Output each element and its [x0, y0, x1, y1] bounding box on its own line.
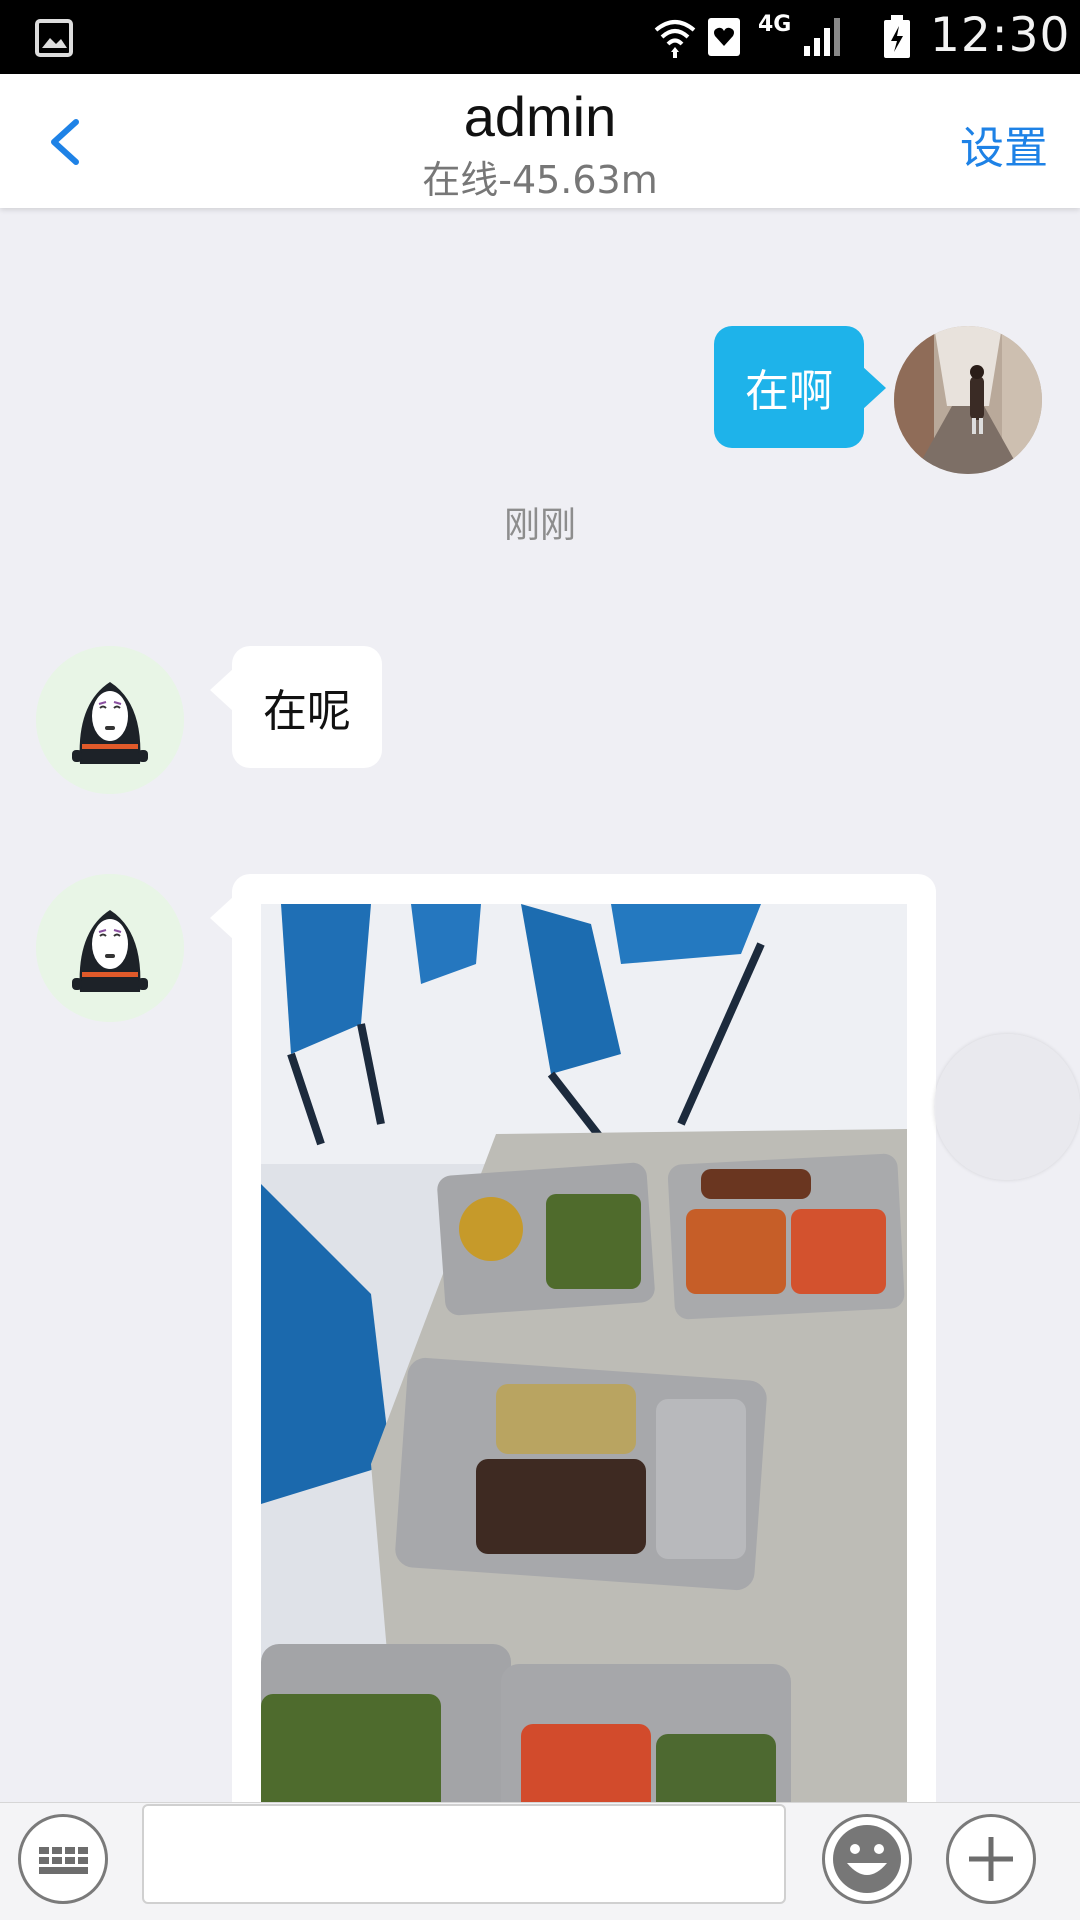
image-message[interactable]: [232, 874, 936, 1920]
gallery-icon: [35, 19, 73, 57]
no-face-avatar[interactable]: [36, 874, 184, 1022]
battery-icon: [884, 15, 910, 58]
bubble-tail: [210, 896, 234, 940]
plus-icon: [969, 1837, 1013, 1881]
floating-assist-button[interactable]: [934, 1034, 1080, 1180]
message-timestamp: 刚刚: [503, 505, 576, 546]
signal-icon: [804, 18, 840, 56]
settings-button[interactable]: 设置: [960, 112, 1048, 176]
message-bubble-outgoing[interactable]: 在啊: [714, 326, 864, 448]
user-photo-avatar[interactable]: [894, 326, 1042, 474]
emoji-icon: [833, 1825, 901, 1893]
food-photo[interactable]: [261, 904, 907, 1920]
network-type: 4G: [758, 12, 792, 37]
plus-button[interactable]: [946, 1814, 1036, 1904]
contact-name: admin: [463, 85, 617, 148]
keyboard-icon: [39, 1847, 88, 1874]
emoji-button[interactable]: [822, 1814, 912, 1904]
message-input[interactable]: [142, 1804, 786, 1904]
bubble-tail: [210, 668, 234, 712]
status-bar: 4G 12:30: [0, 0, 1080, 74]
message-bubble-incoming[interactable]: 在呢: [232, 646, 382, 768]
message-text: 在啊: [745, 366, 833, 417]
clock: 12:30: [930, 8, 1071, 63]
chat-header: admin 在线-45.63m 设置: [0, 74, 1080, 208]
wifi-icon: [654, 20, 696, 58]
message-text: 在呢: [263, 686, 351, 737]
keyboard-button[interactable]: [18, 1814, 108, 1904]
heart-icon: [708, 18, 740, 56]
no-face-avatar[interactable]: [36, 646, 184, 794]
bubble-tail: [862, 366, 886, 410]
contact-status: 在线-45.63m: [422, 158, 658, 202]
